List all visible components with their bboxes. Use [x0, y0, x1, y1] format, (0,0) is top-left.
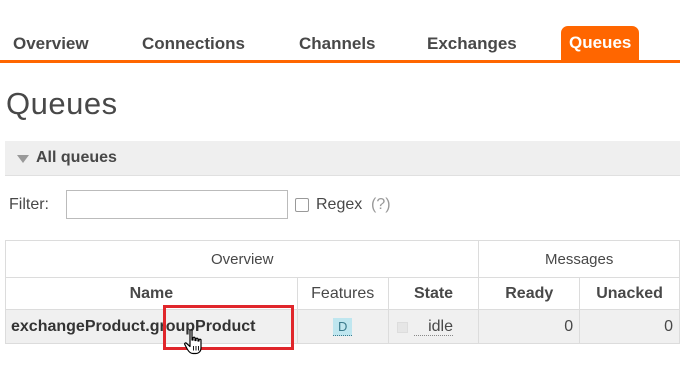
state-cell: idle	[387, 309, 480, 344]
group-header-messages: Messages	[478, 240, 680, 278]
nav-tabs: Overview Connections Channels Exchanges …	[0, 0, 680, 63]
durable-badge: D	[333, 317, 353, 336]
ready-value: 0	[478, 309, 581, 344]
column-header-features: Features	[296, 277, 389, 310]
regex-checkbox[interactable]	[295, 198, 309, 212]
filter-input[interactable]	[66, 190, 288, 219]
queues-table: Overview Messages Name Features State Re…	[4, 240, 680, 344]
tab-queues[interactable]: Queues	[561, 26, 640, 61]
section-label: All queues	[36, 149, 117, 166]
tab-exchanges[interactable]: Exchanges	[419, 30, 525, 61]
all-queues-section-toggle[interactable]: All queues	[5, 141, 680, 176]
tab-channels[interactable]: Channels	[291, 30, 384, 61]
triangle-down-icon	[17, 155, 29, 163]
tab-connections[interactable]: Connections	[134, 30, 253, 61]
unacked-value: 0	[579, 309, 680, 344]
tab-overview[interactable]: Overview	[5, 30, 97, 61]
state-indicator-icon	[396, 322, 408, 333]
page-title: Queues	[6, 86, 118, 121]
tab-underline	[0, 60, 680, 63]
group-header-overview: Overview	[4, 240, 480, 278]
table-row[interactable]: exchangeProduct.groupProduct D idle 0 0	[5, 309, 680, 344]
column-header-unacked[interactable]: Unacked	[579, 277, 680, 310]
column-header-name[interactable]: Name	[5, 277, 298, 310]
column-header-state[interactable]: State	[387, 277, 480, 310]
queue-name-link[interactable]: exchangeProduct.groupProduct	[5, 309, 298, 344]
state-value: idle	[414, 317, 453, 336]
regex-help-link[interactable]: (?)	[371, 196, 391, 214]
column-header-ready[interactable]: Ready	[478, 277, 581, 310]
features-cell: D	[296, 309, 389, 344]
filter-label: Filter:	[9, 196, 49, 213]
regex-label: Regex	[316, 196, 363, 213]
hand-pointer-icon	[184, 329, 202, 355]
